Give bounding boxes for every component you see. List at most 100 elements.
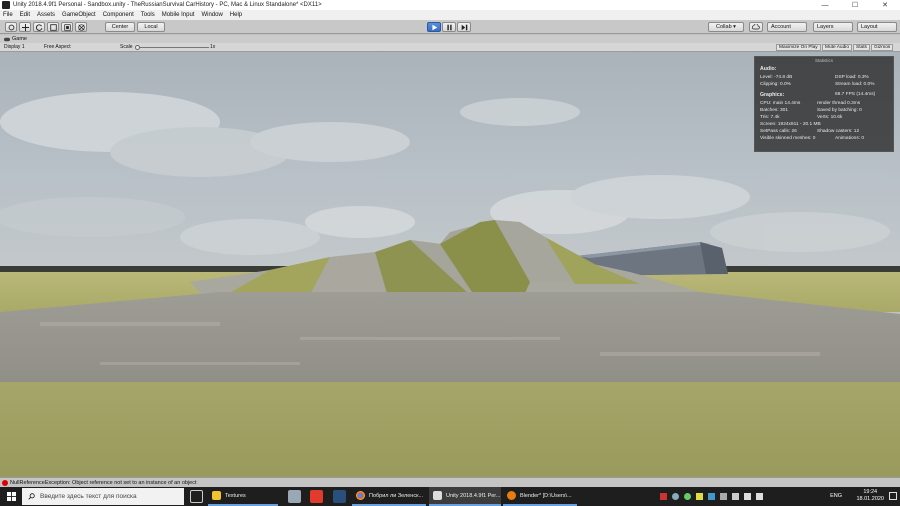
menu-edit[interactable]: Edit [20, 12, 30, 18]
taskbar-item-blender[interactable]: Blender* [D:\Users\... [503, 487, 577, 506]
pivot-center-label: Center [111, 24, 129, 30]
move-icon [21, 23, 29, 31]
taskbar-clock[interactable]: 19:24 18.01.2020 [856, 489, 884, 503]
menu-gameobject[interactable]: GameObject [62, 12, 96, 18]
pause-button[interactable] [442, 22, 456, 32]
tray-app-icon[interactable] [708, 493, 715, 500]
game-view-toolbar: Display 1 Free Aspect Scale 1x Maximize … [0, 43, 900, 52]
shadow-casters: Shadow casters: 12 [817, 129, 860, 134]
animations: Animations: 0 [835, 136, 865, 141]
game-tab-row: Game [0, 35, 900, 43]
batches: Batches: 301 [760, 108, 789, 113]
menu-tools[interactable]: Tools [141, 12, 155, 18]
near-field [0, 382, 900, 477]
yandex-browser-icon[interactable] [310, 490, 323, 503]
pivot-local-button[interactable]: Local [137, 22, 165, 32]
menu-mobile-input[interactable]: Mobile Input [162, 12, 195, 18]
collab-label: Collab ▾ [716, 24, 736, 30]
task-view-icon[interactable] [190, 490, 203, 503]
main-toolbar: Center Local Collab ▾ Account Layers Lay… [0, 20, 900, 34]
tab-game[interactable]: Game [0, 36, 27, 42]
pivot-center-button[interactable]: Center [105, 22, 135, 32]
console-message[interactable]: NullReferenceException: Object reference… [10, 480, 197, 486]
taskbar-search-box[interactable]: Введите здесь текст для поиска [22, 488, 184, 505]
verts: Verts: 10.6k [817, 115, 843, 120]
taskbar-item-chrome[interactable]: Побрил ли Зеленск... [352, 487, 426, 506]
tray-app-icon[interactable] [660, 493, 667, 500]
window-title: Unity 2018.4.9f1 Personal - Sandbox.unit… [13, 2, 322, 8]
account-dropdown[interactable]: Account [767, 22, 807, 32]
layout-dropdown[interactable]: Layout [857, 22, 897, 32]
transform-tool-button[interactable] [75, 22, 87, 32]
saved-by-batching: Saved by batching: 0 [817, 108, 862, 113]
transform-icon [77, 23, 85, 31]
display-dropdown[interactable]: Display 1 [4, 44, 25, 50]
rect-icon [63, 23, 71, 31]
step-icon [461, 24, 467, 30]
audio-section-title: Audio: [760, 66, 777, 72]
hand-tool-button[interactable] [5, 22, 17, 32]
volume-icon[interactable] [756, 493, 763, 500]
search-icon [28, 493, 35, 500]
gamepad-icon [4, 37, 10, 41]
tray-app-icon[interactable] [720, 493, 727, 500]
pivot-local-label: Local [144, 24, 158, 30]
cpu-main: CPU: main 14.4ms [760, 101, 801, 106]
start-button[interactable] [0, 487, 22, 506]
layout-label: Layout [861, 24, 878, 30]
stats-header: Statistics [815, 58, 834, 63]
step-button[interactable] [457, 22, 471, 32]
scale-icon [49, 23, 57, 31]
file-explorer-icon[interactable] [288, 490, 301, 503]
windows-taskbar: Введите здесь текст для поиска Textures … [0, 487, 900, 506]
menu-assets[interactable]: Assets [37, 12, 55, 18]
maximize-button[interactable]: ☐ [840, 0, 870, 10]
scale-slider[interactable] [135, 45, 209, 50]
tray-app-icon[interactable] [696, 493, 703, 500]
dsp-load: DSP load: 0.3% [835, 75, 869, 80]
scale-value: 1x [210, 44, 216, 50]
network-icon[interactable] [744, 493, 751, 500]
aspect-dropdown[interactable]: Free Aspect [44, 44, 71, 50]
stream-load: Stream load: 0.0% [835, 82, 875, 87]
collab-button[interactable]: Collab ▾ [708, 22, 744, 32]
menu-window[interactable]: Window [201, 12, 222, 18]
close-button[interactable]: ✕ [870, 0, 900, 10]
menu-component[interactable]: Component [103, 12, 134, 18]
window-controls: — ☐ ✕ [810, 0, 900, 10]
scale-slider-handle[interactable] [135, 45, 140, 50]
screen-info: Screen: 1924x911 - 20.1 MB [760, 122, 821, 127]
maximize-on-play-toggle[interactable]: Maximize On Play [776, 44, 821, 51]
gizmos-dropdown[interactable]: Gizmos [871, 44, 894, 51]
rect-tool-button[interactable] [61, 22, 73, 32]
input-language[interactable]: ENG [830, 493, 842, 499]
mute-audio-toggle[interactable]: Mute Audio [822, 44, 853, 51]
taskbar-item-blender-label: Blender* [D:\Users\... [520, 492, 572, 499]
scale-tool-button[interactable] [47, 22, 59, 32]
menu-help[interactable]: Help [230, 12, 242, 18]
move-tool-button[interactable] [19, 22, 31, 32]
play-button[interactable] [427, 22, 441, 32]
taskbar-item-textures[interactable]: Textures [208, 487, 278, 506]
tray-app-icon[interactable] [684, 493, 691, 500]
steam-icon[interactable] [333, 490, 346, 503]
stats-toggle[interactable]: Stats [853, 44, 870, 51]
chevron-up-icon[interactable] [732, 493, 739, 500]
cloud-icon [752, 24, 760, 30]
render-thread: render thread 0.3ms [817, 101, 861, 106]
notifications-icon[interactable] [889, 492, 897, 500]
layers-dropdown[interactable]: Layers [813, 22, 853, 32]
taskbar-item-chrome-label: Побрил ли Зеленск... [369, 492, 424, 499]
blender-icon [507, 491, 516, 500]
console-status-bar[interactable]: NullReferenceException: Object reference… [0, 477, 900, 487]
rotate-tool-button[interactable] [33, 22, 45, 32]
tray-app-icon[interactable] [672, 493, 679, 500]
taskbar-item-unity-label: Unity 2018.4.9f1 Per... [446, 492, 501, 499]
error-icon [2, 479, 8, 486]
menu-file[interactable]: File [3, 12, 13, 18]
visible-skinned-meshes: Visible skinned meshes: 0 [760, 136, 816, 141]
taskbar-item-unity[interactable]: Unity 2018.4.9f1 Per... [429, 487, 501, 506]
minimize-button[interactable]: — [810, 0, 840, 10]
cloud-button[interactable] [749, 22, 763, 32]
windows-logo-icon [6, 492, 16, 501]
